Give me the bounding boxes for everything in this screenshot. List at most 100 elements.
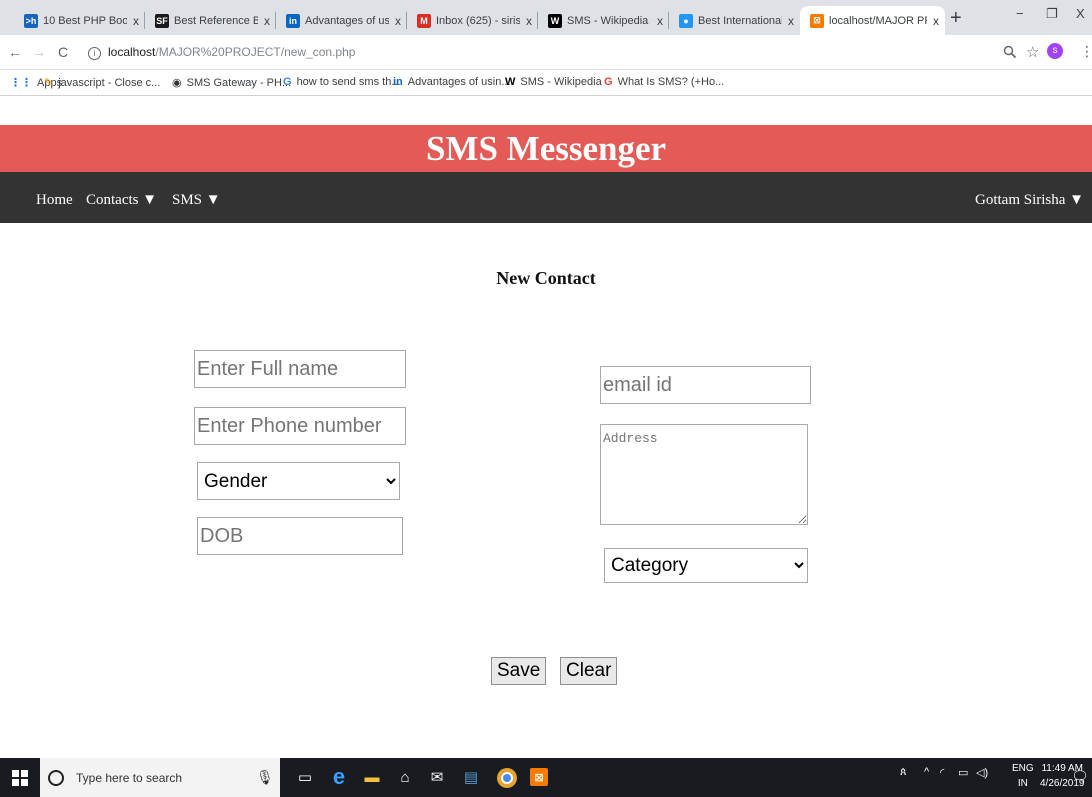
bookmark-favicon-icon: G [604, 76, 613, 88]
back-button[interactable]: ← [8, 44, 22, 60]
info-icon[interactable]: i [88, 47, 101, 60]
tab-title: localhost/MAJOR PRO [829, 14, 927, 27]
tab-close-icon[interactable]: x [927, 14, 945, 28]
file-explorer-icon[interactable]: ▬ [363, 768, 381, 786]
windows-logo-icon [12, 769, 28, 786]
start-button[interactable] [0, 758, 40, 797]
bookmark-item[interactable]: ✎ javascript - Close c... [44, 76, 161, 90]
menu-contacts[interactable]: Contacts ▼ [86, 192, 157, 209]
menu-user[interactable]: Gottam Sirisha ▼ [975, 192, 1084, 209]
notifications-icon[interactable]: 🗨 [1071, 768, 1089, 785]
email-input[interactable] [600, 366, 811, 404]
tab-favicon-icon: >h [24, 13, 38, 28]
browser-tab[interactable]: SF Best Reference Books -x [145, 6, 276, 35]
mic-icon[interactable]: 🎙 [256, 769, 274, 786]
bookmark-label: What Is SMS? (+Ho... [617, 76, 725, 88]
tab-title: Inbox (625) - sirishago [436, 14, 520, 27]
tab-close-icon[interactable]: x [520, 14, 538, 28]
browser-tab[interactable]: W SMS - Wikipedia x [538, 6, 669, 35]
bookmark-favicon-icon: in [393, 76, 403, 88]
menu-sms[interactable]: SMS ▼ [172, 192, 221, 209]
url-path: /MAJOR%20PROJECT/new_con.php [155, 45, 356, 59]
bookmark-label: Advantages of usin... [407, 76, 511, 88]
edge-icon[interactable]: e [330, 764, 348, 789]
word-icon[interactable]: ▤ [462, 768, 480, 786]
tab-close-icon[interactable]: x [651, 14, 669, 28]
bookmark-favicon-icon: ◉ [172, 77, 182, 89]
browser-tab[interactable]: M Inbox (625) - sirishagox [407, 6, 538, 35]
url-host: localhost [108, 45, 156, 59]
forward-button[interactable]: → [32, 44, 46, 60]
xampp-icon[interactable]: ⊠ [530, 768, 548, 786]
url-field[interactable]: i localhost/MAJOR%20PROJECT/new_con.php [88, 45, 355, 60]
clear-button[interactable]: Clear [560, 657, 618, 685]
phone-number-input[interactable] [194, 407, 406, 445]
close-window-button[interactable]: X [1076, 6, 1085, 21]
category-select[interactable]: Category [604, 548, 808, 583]
address-bar: ← → C i localhost/MAJOR%20PROJECT/new_con… [0, 35, 1092, 70]
bookmark-label: SMS Gateway - PH... [186, 76, 292, 89]
tab-favicon-icon: ⊠ [810, 13, 824, 28]
bookmark-item[interactable]: G What Is SMS? (+Ho... [604, 76, 724, 88]
bookmark-label: javascript - Close c... [58, 76, 161, 89]
browser-tab[interactable]: ⊠ localhost/MAJOR PROx [800, 6, 945, 35]
tab-favicon-icon: SF [155, 13, 169, 28]
bookmark-item[interactable]: ◉ SMS Gateway - PH... [172, 76, 292, 90]
browser-tab-strip: >h10 Best PHP Books thaxSFBest Reference… [0, 0, 1092, 35]
tab-title: Best Reference Books - [174, 14, 258, 27]
language-line-1: ENG [1012, 763, 1034, 774]
tab-title: SMS - Wikipedia [567, 14, 649, 27]
tab-favicon-icon: M [417, 13, 431, 28]
main-menu-bar: Home Contacts ▼ SMS ▼ Gottam Sirisha ▼ [0, 172, 1092, 223]
browser-tab[interactable]: >h 10 Best PHP Books thax [14, 6, 145, 35]
bookmark-star-icon[interactable]: ☆ [1026, 43, 1039, 61]
bookmark-favicon-icon: ✎ [44, 77, 54, 89]
bookmark-item[interactable]: Ghow to send sms th... [283, 76, 401, 88]
volume-icon[interactable]: ◁) [976, 766, 988, 779]
windows-taskbar: Type here to search 🎙 ▭ e ▬ ⌂ ✉ ▤ ⊠ ጰ ^ … [0, 758, 1092, 797]
bookmark-favicon-icon: G [283, 76, 292, 88]
site-title-banner: SMS Messenger [0, 125, 1092, 172]
bookmarks-bar: ⋮⋮ Apps ✎ javascript - Close c... ◉ SMS Gatew… [0, 70, 1092, 96]
bookmark-label: how to send sms th... [296, 76, 401, 88]
zoom-icon[interactable] [1003, 45, 1017, 59]
tab-close-icon[interactable]: x [127, 14, 145, 28]
task-view-icon[interactable]: ▭ [296, 768, 314, 786]
save-button[interactable]: Save [491, 657, 547, 685]
store-icon[interactable]: ⌂ [396, 768, 414, 786]
gender-select[interactable]: Gender [197, 462, 400, 500]
full-name-input[interactable] [194, 350, 406, 388]
browser-tab[interactable]: in Advantages of using Sx [276, 6, 407, 35]
tab-close-icon[interactable]: x [258, 14, 276, 28]
tab-close-icon[interactable]: x [782, 14, 800, 28]
battery-icon[interactable]: ▭ [958, 766, 968, 779]
bookmark-item[interactable]: W SMS - Wikipedia [505, 76, 602, 88]
people-icon[interactable]: ጰ [900, 766, 907, 779]
network-icon[interactable]: ◜ [940, 766, 944, 779]
show-hidden-icons[interactable]: ^ [924, 766, 929, 778]
maximize-button[interactable]: ❐ [1046, 6, 1058, 22]
language-indicator[interactable]: ENG IN [1012, 761, 1034, 791]
taskbar-search-placeholder: Type here to search [76, 770, 183, 785]
dob-input[interactable] [197, 517, 403, 555]
address-textarea[interactable] [600, 424, 808, 525]
browser-menu-icon[interactable]: ⋮ [1080, 43, 1092, 60]
minimize-button[interactable]: − [1016, 6, 1024, 21]
taskbar-search[interactable]: Type here to search [40, 758, 280, 797]
tab-favicon-icon: W [548, 13, 562, 28]
menu-home[interactable]: Home [36, 192, 73, 209]
profile-avatar[interactable]: s [1047, 43, 1063, 59]
tab-title: 10 Best PHP Books tha [43, 14, 127, 27]
reload-button[interactable]: C [58, 44, 68, 60]
bookmark-favicon-icon: W [505, 76, 516, 88]
tab-title: Advantages of using S [305, 14, 389, 27]
new-tab-button[interactable]: + [950, 8, 962, 28]
tab-close-icon[interactable]: x [389, 14, 407, 28]
cortana-icon [48, 769, 64, 786]
language-line-2: IN [1017, 778, 1028, 789]
mail-icon[interactable]: ✉ [428, 768, 446, 786]
bookmark-item[interactable]: in Advantages of usin... [393, 76, 511, 88]
tab-favicon-icon: ● [679, 13, 693, 28]
chrome-icon[interactable] [497, 768, 517, 788]
browser-tab[interactable]: ● Best International Jourx [669, 6, 800, 35]
